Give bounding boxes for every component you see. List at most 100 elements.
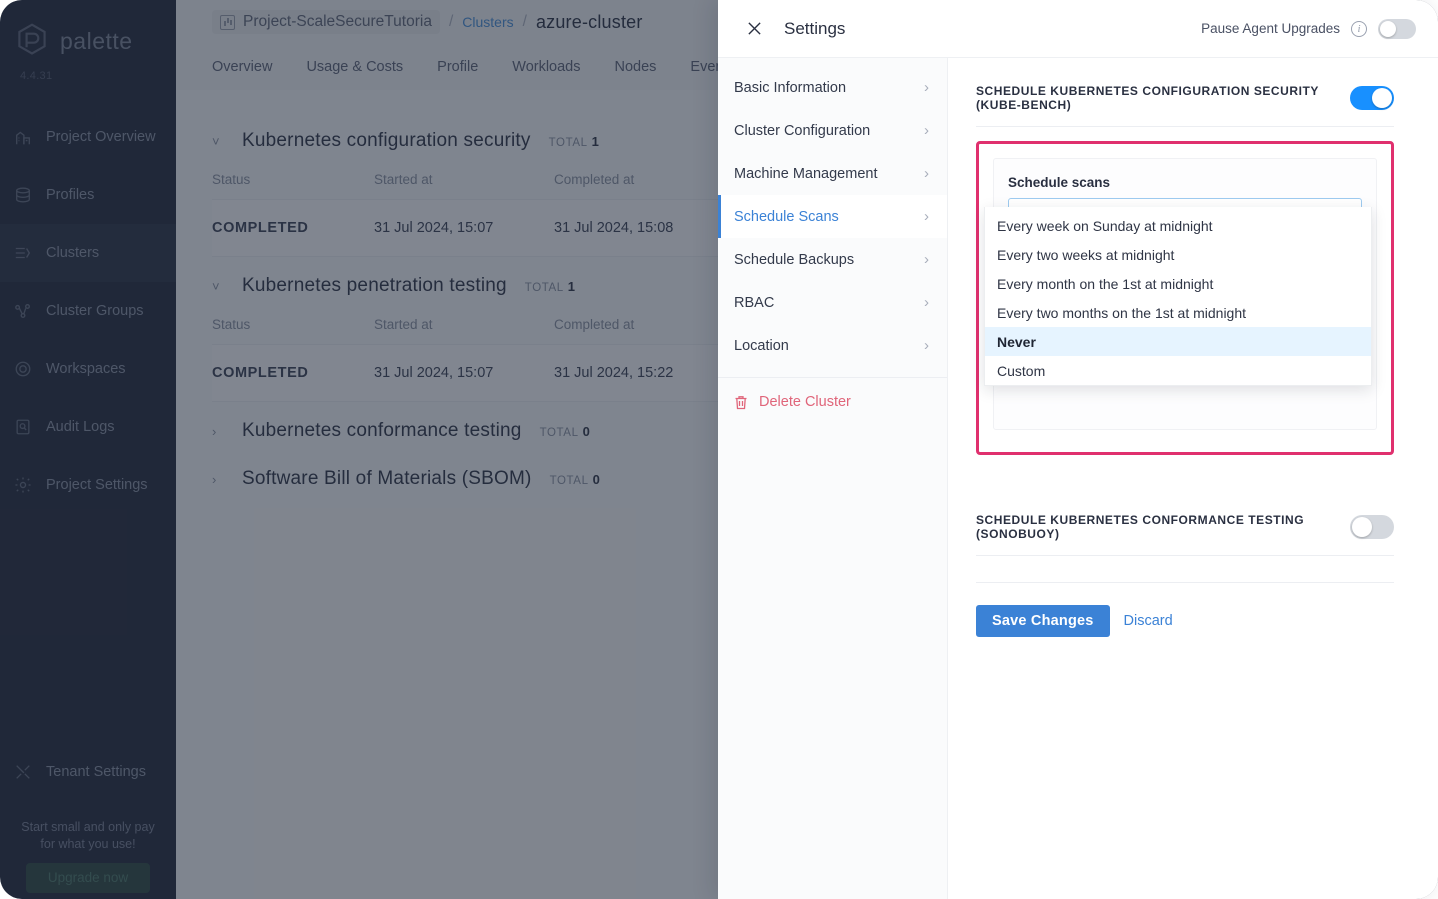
chevron-right-icon[interactable]: › [212,472,224,487]
settings-menu: Basic Information › Cluster Configuratio… [718,58,948,899]
sidebar-item-audit-logs[interactable]: Audit Logs [0,398,176,456]
dropdown-option-custom[interactable]: Custom [985,356,1371,385]
col-status: Status [212,160,374,199]
page-title: Settings [784,19,845,39]
chart-building-icon [14,128,32,146]
settings-menu-label: Basic Information [734,80,846,96]
dropdown-option-bimonthly[interactable]: Every two months on the 1st at midnight [985,298,1371,327]
kube-bench-toggle[interactable] [1350,86,1394,110]
sidebar-item-tenant-settings[interactable]: Tenant Settings [0,743,176,801]
app-version: 4.4.31 [20,70,176,82]
chevron-right-icon: › [924,122,929,139]
scan-section-title: Kubernetes penetration testing [242,275,507,297]
delete-cluster-label: Delete Cluster [759,394,851,410]
sidebar-item-label: Project Settings [46,477,148,493]
pause-agent-upgrades-control: Pause Agent Upgrades i [1201,19,1416,39]
sidebar-item-project-settings[interactable]: Project Settings [0,456,176,514]
tab-workloads[interactable]: Workloads [512,59,580,75]
dropdown-option-monthly[interactable]: Every month on the 1st at midnight [985,269,1371,298]
cluster-groups-icon [14,302,32,320]
col-status: Status [212,305,374,344]
dropdown-option-weekly[interactable]: Every week on Sunday at midnight [985,211,1371,240]
scan-section-title: Kubernetes configuration security [242,130,531,152]
col-completed-at: Completed at [554,305,734,344]
dropdown-option-biweekly[interactable]: Every two weeks at midnight [985,240,1371,269]
pause-agent-upgrades-toggle[interactable] [1378,19,1416,39]
sidebar-item-profiles[interactable]: Profiles [0,166,176,224]
info-icon[interactable]: i [1351,21,1367,37]
actions-divider [976,582,1394,583]
scan-section-total: TOTAL0 [550,472,601,487]
cell-started-at: 31 Jul 2024, 15:07 [374,345,554,401]
audit-logs-icon [14,418,32,436]
layers-stack-icon [14,186,32,204]
chevron-right-icon[interactable]: › [212,424,224,439]
palette-logo-icon [14,22,50,60]
sidebar-item-clusters[interactable]: Clusters [0,224,176,282]
breadcrumb-project[interactable]: Project-ScaleSecureTutoria [212,10,440,34]
schedule-scans-label: Schedule scans [1008,175,1362,190]
delete-cluster-button[interactable]: Delete Cluster [718,386,947,418]
discard-button[interactable]: Discard [1124,613,1173,629]
tab-usage-costs[interactable]: Usage & Costs [306,59,403,75]
settings-menu-label: Schedule Scans [734,209,839,225]
clusters-icon [14,244,32,262]
chevron-right-icon: › [924,337,929,354]
brand-name: palette [60,28,133,55]
settings-drawer: Settings Pause Agent Upgrades i Basic In… [718,0,1438,899]
tab-overview[interactable]: Overview [212,59,272,75]
sidebar-item-project-overview[interactable]: Project Overview [0,108,176,166]
cell-started-at: 31 Jul 2024, 15:07 [374,200,554,256]
sidebar-item-label: Workspaces [46,361,126,377]
sidebar-item-label: Cluster Groups [46,303,144,319]
col-started-at: Started at [374,160,554,199]
scan-section-total: TOTAL1 [549,134,600,149]
close-icon[interactable] [740,15,768,43]
save-changes-button[interactable]: Save Changes [976,605,1110,637]
sonobuoy-toggle[interactable] [1350,515,1394,539]
settings-menu-item-basic-information[interactable]: Basic Information › [718,66,947,109]
chevron-down-icon[interactable]: ˅ [212,134,224,149]
settings-menu-item-location[interactable]: Location › [718,324,947,367]
scan-section-total: TOTAL1 [525,279,576,294]
tab-profile[interactable]: Profile [437,59,478,75]
schedule-scans-dropdown[interactable]: Every week on Sunday at midnight Every t… [984,207,1372,386]
upgrade-now-button[interactable]: Upgrade now [26,863,150,893]
chevron-down-icon[interactable]: ˅ [212,279,224,294]
chevron-right-icon: › [924,251,929,268]
settings-menu-item-schedule-scans[interactable]: Schedule Scans › [718,195,947,238]
tab-nodes[interactable]: Nodes [615,59,657,75]
settings-menu-item-schedule-backups[interactable]: Schedule Backups › [718,238,947,281]
settings-menu-label: RBAC [734,295,774,311]
breadcrumb-project-label: Project-ScaleSecureTutoria [243,13,432,31]
cell-completed-at: 31 Jul 2024, 15:22 [554,345,734,401]
promo-line-2: for what you use! [10,836,166,853]
sidebar-item-label: Tenant Settings [46,764,146,780]
sidebar-item-workspaces[interactable]: Workspaces [0,340,176,398]
settings-menu-item-cluster-configuration[interactable]: Cluster Configuration › [718,109,947,152]
sidebar-item-label: Project Overview [46,129,156,145]
kube-bench-label: SCHEDULE KUBERNETES CONFIGURATION SECURI… [976,84,1350,112]
sidebar-item-label: Profiles [46,187,94,203]
settings-menu-label: Schedule Backups [734,252,854,268]
cell-completed-at: 31 Jul 2024, 15:08 [554,200,734,256]
dropdown-option-never[interactable]: Never [985,327,1371,356]
settings-menu-item-machine-management[interactable]: Machine Management › [718,152,947,195]
trash-icon [734,395,748,410]
sonobuoy-row: SCHEDULE KUBERNETES CONFORMANCE TESTING … [976,513,1394,556]
settings-body: Basic Information › Cluster Configuratio… [718,58,1438,899]
kube-bench-row: SCHEDULE KUBERNETES CONFIGURATION SECURI… [976,84,1394,127]
sidebar-item-cluster-groups[interactable]: Cluster Groups [0,282,176,340]
status-badge: COMPLETED [212,200,374,256]
settings-panel-schedule-scans: SCHEDULE KUBERNETES CONFIGURATION SECURI… [948,58,1438,899]
breadcrumb-separator-1: / [449,13,453,31]
settings-actions: Save Changes Discard [976,605,1394,637]
scan-section-title: Software Bill of Materials (SBOM) [242,468,532,490]
breadcrumb-clusters-link[interactable]: Clusters [462,14,513,30]
screen-root: Project-ScaleSecureTutoria / Clusters / … [0,0,1438,899]
scan-section-total: TOTAL0 [540,424,591,439]
workspaces-icon [14,360,32,378]
settings-menu-item-rbac[interactable]: RBAC › [718,281,947,324]
breadcrumb-separator-2: / [523,13,527,31]
pause-agent-upgrades-label: Pause Agent Upgrades [1201,21,1340,36]
